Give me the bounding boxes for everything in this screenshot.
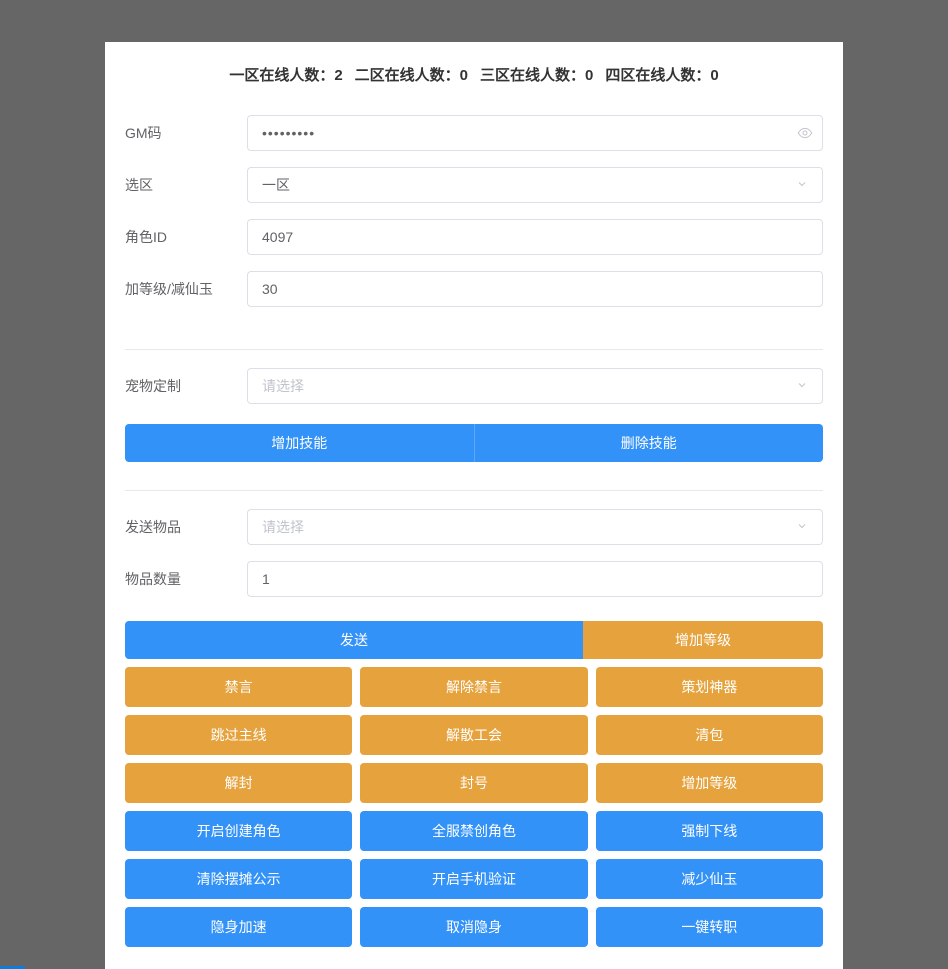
send-button[interactable]: 发送 bbox=[125, 621, 583, 659]
action-button[interactable]: 解封 bbox=[125, 763, 352, 803]
action-row: 隐身加速取消隐身一键转职 bbox=[125, 907, 823, 947]
action-button[interactable]: 封号 bbox=[360, 763, 587, 803]
role-id-label: 角色ID bbox=[125, 227, 247, 247]
action-row: 解封封号增加等级 bbox=[125, 763, 823, 803]
divider bbox=[125, 349, 823, 350]
action-button[interactable]: 取消隐身 bbox=[360, 907, 587, 947]
gm-code-label: GM码 bbox=[125, 123, 247, 143]
action-button[interactable]: 开启创建角色 bbox=[125, 811, 352, 851]
chevron-down-icon bbox=[796, 178, 808, 193]
gm-code-input[interactable] bbox=[247, 115, 823, 151]
send-item-label: 发送物品 bbox=[125, 517, 247, 537]
zone-stat: 四区在线人数：0 bbox=[605, 67, 718, 84]
divider bbox=[125, 490, 823, 491]
item-qty-label: 物品数量 bbox=[125, 569, 247, 589]
pet-custom-placeholder: 请选择 bbox=[262, 376, 304, 396]
pet-custom-label: 宠物定制 bbox=[125, 376, 247, 396]
action-button[interactable]: 强制下线 bbox=[596, 811, 823, 851]
send-item-select[interactable]: 请选择 bbox=[247, 509, 823, 545]
action-button[interactable]: 禁言 bbox=[125, 667, 352, 707]
action-button[interactable]: 一键转职 bbox=[596, 907, 823, 947]
action-button[interactable]: 清包 bbox=[596, 715, 823, 755]
action-button[interactable]: 策划神器 bbox=[596, 667, 823, 707]
role-id-input[interactable] bbox=[247, 219, 823, 255]
send-item-placeholder: 请选择 bbox=[262, 517, 304, 537]
eye-icon[interactable] bbox=[797, 125, 813, 141]
online-stats: 一区在线人数：2 二区在线人数：0 三区在线人数：0 四区在线人数：0 bbox=[105, 42, 843, 115]
zone-select[interactable]: 一区 bbox=[247, 167, 823, 203]
item-qty-input[interactable] bbox=[247, 561, 823, 597]
chevron-down-icon bbox=[796, 379, 808, 394]
action-row: 禁言解除禁言策划神器 bbox=[125, 667, 823, 707]
remove-skill-button[interactable]: 删除技能 bbox=[475, 424, 824, 462]
pet-custom-select[interactable]: 请选择 bbox=[247, 368, 823, 404]
action-row: 开启创建角色全服禁创角色强制下线 bbox=[125, 811, 823, 851]
action-button[interactable]: 跳过主线 bbox=[125, 715, 352, 755]
pet-section: 宠物定制 请选择 bbox=[105, 368, 843, 424]
action-grid: 禁言解除禁言策划神器跳过主线解散工会清包解封封号增加等级开启创建角色全服禁创角色… bbox=[105, 667, 843, 947]
zone-stat: 二区在线人数：0 bbox=[355, 67, 468, 84]
action-row: 清除摆摊公示开启手机验证减少仙玉 bbox=[125, 859, 823, 899]
action-button[interactable]: 解除禁言 bbox=[360, 667, 587, 707]
zone-stat: 三区在线人数：0 bbox=[480, 67, 593, 84]
action-button[interactable]: 清除摆摊公示 bbox=[125, 859, 352, 899]
action-button[interactable]: 增加等级 bbox=[596, 763, 823, 803]
level-jade-label: 加等级/减仙玉 bbox=[125, 279, 247, 299]
add-skill-button[interactable]: 增加技能 bbox=[125, 424, 475, 462]
action-row: 跳过主线解散工会清包 bbox=[125, 715, 823, 755]
action-button[interactable]: 全服禁创角色 bbox=[360, 811, 587, 851]
item-section: 发送物品 请选择 物品数量 bbox=[105, 509, 843, 621]
zone-select-value: 一区 bbox=[262, 175, 290, 195]
action-button[interactable]: 解散工会 bbox=[360, 715, 587, 755]
zone-label: 选区 bbox=[125, 175, 247, 195]
add-level-button[interactable]: 增加等级 bbox=[583, 621, 823, 659]
main-form: GM码 选区 一区 角色ID bbox=[105, 115, 843, 331]
action-button[interactable]: 开启手机验证 bbox=[360, 859, 587, 899]
action-button[interactable]: 减少仙玉 bbox=[596, 859, 823, 899]
action-button[interactable]: 隐身加速 bbox=[125, 907, 352, 947]
chevron-down-icon bbox=[796, 520, 808, 535]
level-jade-input[interactable] bbox=[247, 271, 823, 307]
gm-panel: 一区在线人数：2 二区在线人数：0 三区在线人数：0 四区在线人数：0 GM码 选区 … bbox=[105, 42, 843, 969]
zone-stat: 一区在线人数：2 bbox=[229, 67, 342, 84]
